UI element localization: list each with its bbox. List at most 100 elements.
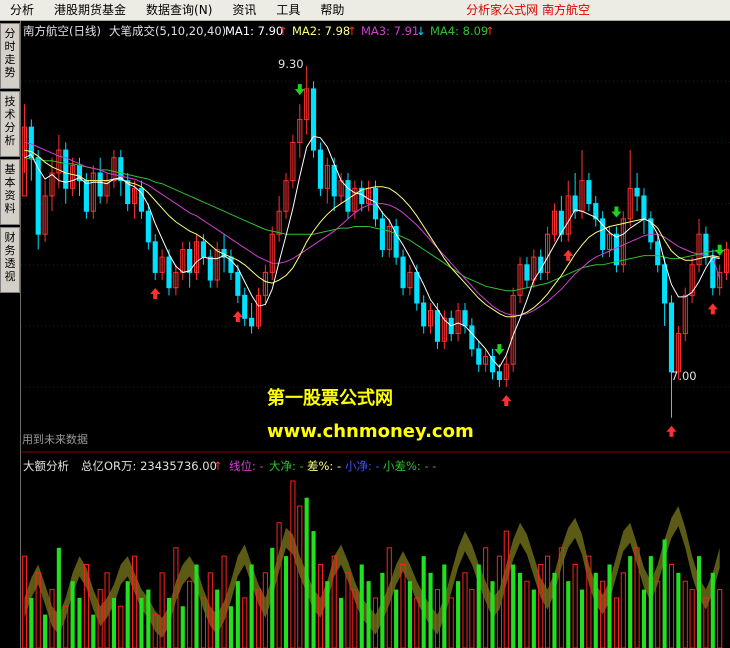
volume-bar — [242, 597, 248, 648]
volume-bar — [428, 572, 433, 648]
tab-financial[interactable]: 财务透视 — [0, 227, 20, 293]
big-net: 大净: - — [269, 459, 304, 473]
high-price-label: 9.30 — [278, 57, 304, 71]
candle-body — [572, 195, 578, 212]
buy-arrow-icon — [501, 395, 512, 407]
volume-bar — [572, 564, 578, 648]
buy-arrow-icon — [232, 311, 243, 322]
ma2-arrow-icon: ↑ — [347, 24, 357, 38]
volume-bar — [456, 581, 461, 648]
ma1-value: MA1: 7.90 — [225, 24, 284, 38]
volume-bar — [689, 589, 695, 648]
candle-body — [97, 172, 103, 197]
chart-area: 南方航空(日线) 大笔成交(5,10,20,40) MA1: 7.90 ↑ MA… — [21, 21, 730, 648]
volume-bar — [311, 531, 316, 648]
small-net: 小净: - — [345, 459, 380, 473]
candle-body — [586, 180, 592, 205]
volume-bar — [70, 581, 75, 648]
volume-bar — [511, 564, 516, 648]
volume-bar — [448, 597, 454, 648]
volume-bar — [490, 581, 495, 648]
chart-canvas[interactable] — [21, 21, 730, 648]
candle-body — [703, 233, 709, 258]
low-price-label: 7.00 — [671, 369, 697, 383]
volume-bar — [111, 597, 116, 648]
volume-bar — [442, 564, 447, 648]
candle-body — [434, 310, 441, 342]
candle-body — [469, 325, 475, 350]
volume-bar — [648, 556, 653, 648]
candle-body — [400, 256, 406, 289]
volume-bar — [407, 581, 412, 648]
candle-body — [414, 271, 420, 304]
volume-bar — [566, 581, 571, 648]
menu-data-query[interactable]: 数据查询(N) — [136, 0, 222, 20]
volume-bar — [552, 572, 557, 648]
volume-bar — [146, 589, 151, 648]
chart-title: 南方航空(日线) — [23, 24, 101, 38]
volume-bar — [462, 572, 468, 648]
volume-bar — [290, 480, 296, 648]
menu-news[interactable]: 资讯 — [222, 0, 266, 20]
volume-bar — [593, 572, 598, 648]
volume-bar — [476, 564, 481, 648]
candle-body — [662, 264, 668, 304]
menu-help[interactable]: 帮助 — [310, 0, 354, 20]
volume-bar — [187, 580, 193, 648]
volume-bar — [43, 614, 48, 648]
volume-bar — [469, 589, 475, 648]
candle-body — [496, 371, 502, 380]
menu-analysis[interactable]: 分析 — [0, 0, 44, 20]
volume-bar — [717, 589, 723, 648]
candle-body — [668, 302, 675, 373]
volume-bar — [304, 497, 309, 648]
volume-bar — [118, 605, 124, 648]
lower-panel-title: 大额分析 — [23, 459, 69, 473]
candle-body — [83, 180, 89, 212]
tab-intraday[interactable]: 分时走势 — [0, 23, 20, 89]
volume-bar — [91, 614, 96, 648]
volume-bar — [29, 597, 34, 648]
diff-percent: 差%: - — [307, 459, 342, 473]
total-amount: 总亿OR万: 23435736.00 — [81, 459, 217, 473]
candle-body — [345, 180, 351, 212]
ma1-arrow-icon: ↑ — [278, 24, 288, 38]
sell-arrow-icon — [714, 244, 725, 256]
volume-bar — [270, 547, 275, 648]
line-position: 线位: - — [229, 459, 264, 473]
volume-bar — [339, 597, 344, 648]
menu-tools[interactable]: 工具 — [266, 0, 310, 20]
candle-body — [379, 218, 385, 250]
volume-bar — [421, 556, 426, 648]
watermark-url: www.chnmoney.com — [267, 421, 474, 442]
small-diff-percent: 小差%: - - — [383, 459, 437, 473]
volume-bar — [166, 597, 172, 648]
menu-bar: 分析 港股期货基金 数据查询(N) 资讯 工具 帮助 分析家公式网 南方航空 — [0, 0, 730, 21]
volume-bar — [215, 589, 220, 648]
volume-bar — [180, 606, 185, 648]
volume-bar — [607, 564, 612, 648]
candle-body — [310, 88, 317, 151]
volume-bar — [56, 547, 61, 648]
volume-bar — [380, 572, 385, 648]
volume-bar — [524, 580, 530, 648]
volume-bar — [620, 572, 626, 648]
tab-fundamentals[interactable]: 基本资料 — [0, 159, 20, 225]
candle-body — [641, 195, 647, 220]
volume-bar — [655, 580, 661, 648]
menu-hk-futures-funds[interactable]: 港股期货基金 — [44, 0, 136, 20]
volume-bar — [682, 580, 688, 648]
volume-bar — [249, 564, 254, 648]
buy-arrow-icon — [666, 425, 677, 437]
candle-body — [524, 264, 530, 281]
menu-right-title: 分析家公式网 南方航空 — [466, 3, 590, 17]
volume-bar — [394, 589, 399, 648]
ma4-value: MA4: 8.09 — [430, 24, 489, 38]
candle-body — [207, 256, 213, 281]
volume-bar — [194, 564, 199, 648]
ma3-arrow-icon: ↓ — [416, 24, 426, 38]
volume-bar — [600, 580, 606, 648]
candle-body — [152, 241, 158, 273]
tab-technical[interactable]: 技术分析 — [0, 91, 20, 157]
volume-bar — [676, 572, 681, 648]
